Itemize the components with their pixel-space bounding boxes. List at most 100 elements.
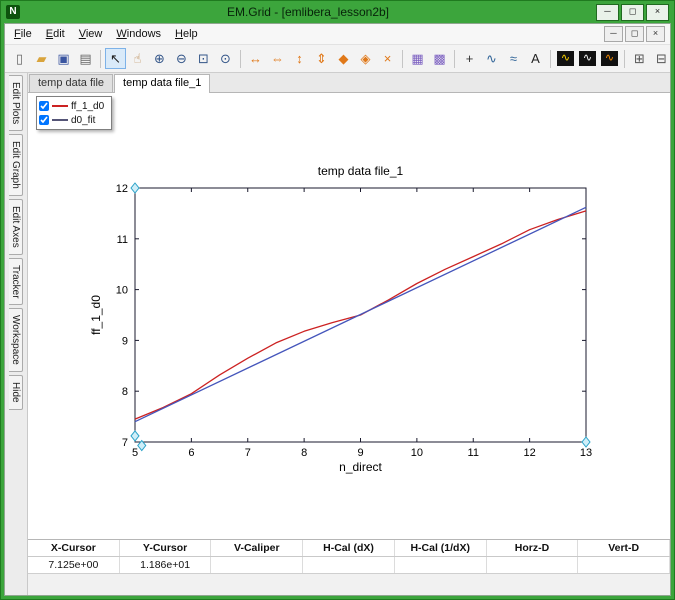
x-tick-label: 5 <box>132 447 138 459</box>
menu-item-view[interactable]: View <box>72 25 110 43</box>
x-tick-label: 13 <box>580 447 592 459</box>
save-icon[interactable]: ▣ <box>53 48 74 69</box>
toolbar-separator <box>454 50 455 68</box>
legend-checkbox-ff-1-d0[interactable] <box>39 101 49 111</box>
readout-header-row: X-CursorY-CursorV-CaliperH-Cal (dX)H-Cal… <box>28 540 670 557</box>
menu-item-file[interactable]: File <box>7 25 39 43</box>
doc-tab-bar: temp data filetemp data file_1 <box>28 73 670 93</box>
print-icon[interactable]: ▤ <box>75 48 96 69</box>
series-d0-fit <box>135 207 586 421</box>
zoom-extents-icon[interactable]: ◈ <box>355 48 376 69</box>
side-tab-hide[interactable]: Hide <box>9 375 23 410</box>
side-tab-edit-axes[interactable]: Edit Axes <box>9 199 23 255</box>
x-tick-label: 8 <box>301 447 307 459</box>
readout-header-vert-d: Vert-D <box>578 540 670 556</box>
toolbar-separator <box>550 50 551 68</box>
readout-value-5 <box>487 557 579 573</box>
pan-hand-icon[interactable]: ☝ <box>127 48 148 69</box>
expand-y-icon[interactable]: ⇕ <box>311 48 332 69</box>
titlebar-controls: ─◻× <box>596 4 669 21</box>
y-tick-label: 7 <box>122 437 128 449</box>
close-button[interactable]: × <box>646 4 669 21</box>
autoscale-both-icon[interactable]: ◆ <box>333 48 354 69</box>
plot-style-spectrum-icon[interactable]: ∿ <box>599 48 620 69</box>
menu-item-windows[interactable]: Windows <box>109 25 168 43</box>
readout-header-horz-d: Horz-D <box>487 540 579 556</box>
menu-bar: FileEditViewWindowsHelp ─◻× <box>5 24 670 44</box>
zoom-in-icon[interactable]: ⊕ <box>149 48 170 69</box>
readout-value-2 <box>211 557 303 573</box>
menu-item-help[interactable]: Help <box>168 25 205 43</box>
grid-layout-icon-1[interactable]: ⊞ <box>629 48 650 69</box>
readout-value-0: 7.125e+00 <box>28 557 120 573</box>
curve-fit-icon[interactable]: ≈ <box>503 48 524 69</box>
plot-style-multiwave-icon[interactable]: ∿ <box>577 48 598 69</box>
doc-tab-temp-data-file[interactable]: temp data file <box>29 74 113 92</box>
plot-style-wave-icon[interactable]: ∿ <box>555 48 576 69</box>
cursor-marker[interactable] <box>131 183 139 193</box>
toolbar-separator <box>624 50 625 68</box>
readout-header-h-cal-1-dx: H-Cal (1/dX) <box>395 540 487 556</box>
autoscale-x-icon[interactable]: ↔ <box>245 48 266 69</box>
y-axis-label: ff_1_d0 <box>89 295 103 335</box>
grid-layout-icon-2[interactable]: ⊟ <box>651 48 672 69</box>
readout-value-row: 7.125e+001.186e+01 <box>28 557 670 573</box>
y-tick-label: 11 <box>117 234 128 246</box>
y-tick-label: 9 <box>122 335 128 347</box>
status-bar <box>28 573 670 595</box>
client-area: FileEditViewWindowsHelp ─◻× ▯▰▣▤↖☝⊕⊖⊡⊙↔⇔… <box>4 23 671 596</box>
plot-title: temp data file_1 <box>318 164 404 178</box>
crosshair-icon[interactable]: + <box>459 48 480 69</box>
cursor-marker[interactable] <box>131 431 139 441</box>
y-tick-label: 12 <box>116 183 128 195</box>
zoom-restore-icon[interactable]: ⊙ <box>215 48 236 69</box>
mdi-minimize-button[interactable]: ─ <box>604 26 623 42</box>
text-label-icon[interactable]: A <box>525 48 546 69</box>
workspace-table-icon[interactable]: ▩ <box>429 48 450 69</box>
cursor-marker[interactable] <box>582 437 590 447</box>
unzoom-icon[interactable]: × <box>377 48 398 69</box>
maximize-button[interactable]: ◻ <box>621 4 644 21</box>
mdi-restore-button[interactable]: ◻ <box>625 26 644 42</box>
new-graph-icon[interactable]: ∿ <box>481 48 502 69</box>
side-tab-edit-plots[interactable]: Edit Plots <box>9 75 23 131</box>
side-tab-strip: Edit Plots Edit Graph Edit Axes Tracker Work… <box>5 73 28 595</box>
autoscale-y-icon[interactable]: ↕ <box>289 48 310 69</box>
side-tab-tracker[interactable]: Tracker <box>9 258 23 306</box>
plot-canvas[interactable]: ff_1_d0d0_fit temp data file_1n_directff… <box>28 93 670 539</box>
side-tab-workspace[interactable]: Workspace <box>9 308 23 372</box>
y-tick-label: 10 <box>116 285 128 297</box>
minimize-button[interactable]: ─ <box>596 4 619 21</box>
toolbar-separator <box>402 50 403 68</box>
select-arrow-icon[interactable]: ↖ <box>105 48 126 69</box>
main-region: Edit Plots Edit Graph Edit Axes Tracker Work… <box>5 73 670 595</box>
cursor-readout-table: X-CursorY-CursorV-CaliperH-Cal (dX)H-Cal… <box>28 539 670 573</box>
expand-x-icon[interactable]: ⇔ <box>267 48 288 69</box>
data-table-icon[interactable]: ▦ <box>407 48 428 69</box>
legend-label: ff_1_d0 <box>71 101 104 112</box>
x-tick-label: 11 <box>468 447 479 459</box>
toolbar-separator <box>240 50 241 68</box>
zoom-window-icon[interactable]: ⊡ <box>193 48 214 69</box>
menu-item-edit[interactable]: Edit <box>39 25 72 43</box>
zoom-out-icon[interactable]: ⊖ <box>171 48 192 69</box>
readout-value-1: 1.186e+01 <box>120 557 212 573</box>
open-folder-icon[interactable]: ▰ <box>31 48 52 69</box>
legend-item-d0-fit: d0_fit <box>39 113 104 127</box>
side-tab-edit-graph[interactable]: Edit Graph <box>9 134 23 196</box>
x-tick-label: 12 <box>524 447 536 459</box>
title-bar[interactable]: N EM.Grid - [emlibera_lesson2b] ─◻× <box>1 1 674 23</box>
legend[interactable]: ff_1_d0d0_fit <box>36 96 112 130</box>
readout-value-3 <box>303 557 395 573</box>
app-window: N EM.Grid - [emlibera_lesson2b] ─◻× File… <box>0 0 675 600</box>
readout-header-h-cal-dx: H-Cal (dX) <box>303 540 395 556</box>
menu-items: FileEditViewWindowsHelp <box>7 25 205 43</box>
new-file-icon[interactable]: ▯ <box>9 48 30 69</box>
readout-header-v-caliper: V-Caliper <box>211 540 303 556</box>
mdi-close-button[interactable]: × <box>646 26 665 42</box>
toolbar-icons: ▯▰▣▤↖☝⊕⊖⊡⊙↔⇔↕⇕◆◈×▦▩+∿≈A∿∿∿⊞⊟⇄⇅ <box>9 48 675 69</box>
legend-item-ff-1-d0: ff_1_d0 <box>39 99 104 113</box>
doc-tab-temp-data-file-1[interactable]: temp data file_1 <box>114 74 210 93</box>
legend-checkbox-d0-fit[interactable] <box>39 115 49 125</box>
readout-value-6 <box>578 557 670 573</box>
